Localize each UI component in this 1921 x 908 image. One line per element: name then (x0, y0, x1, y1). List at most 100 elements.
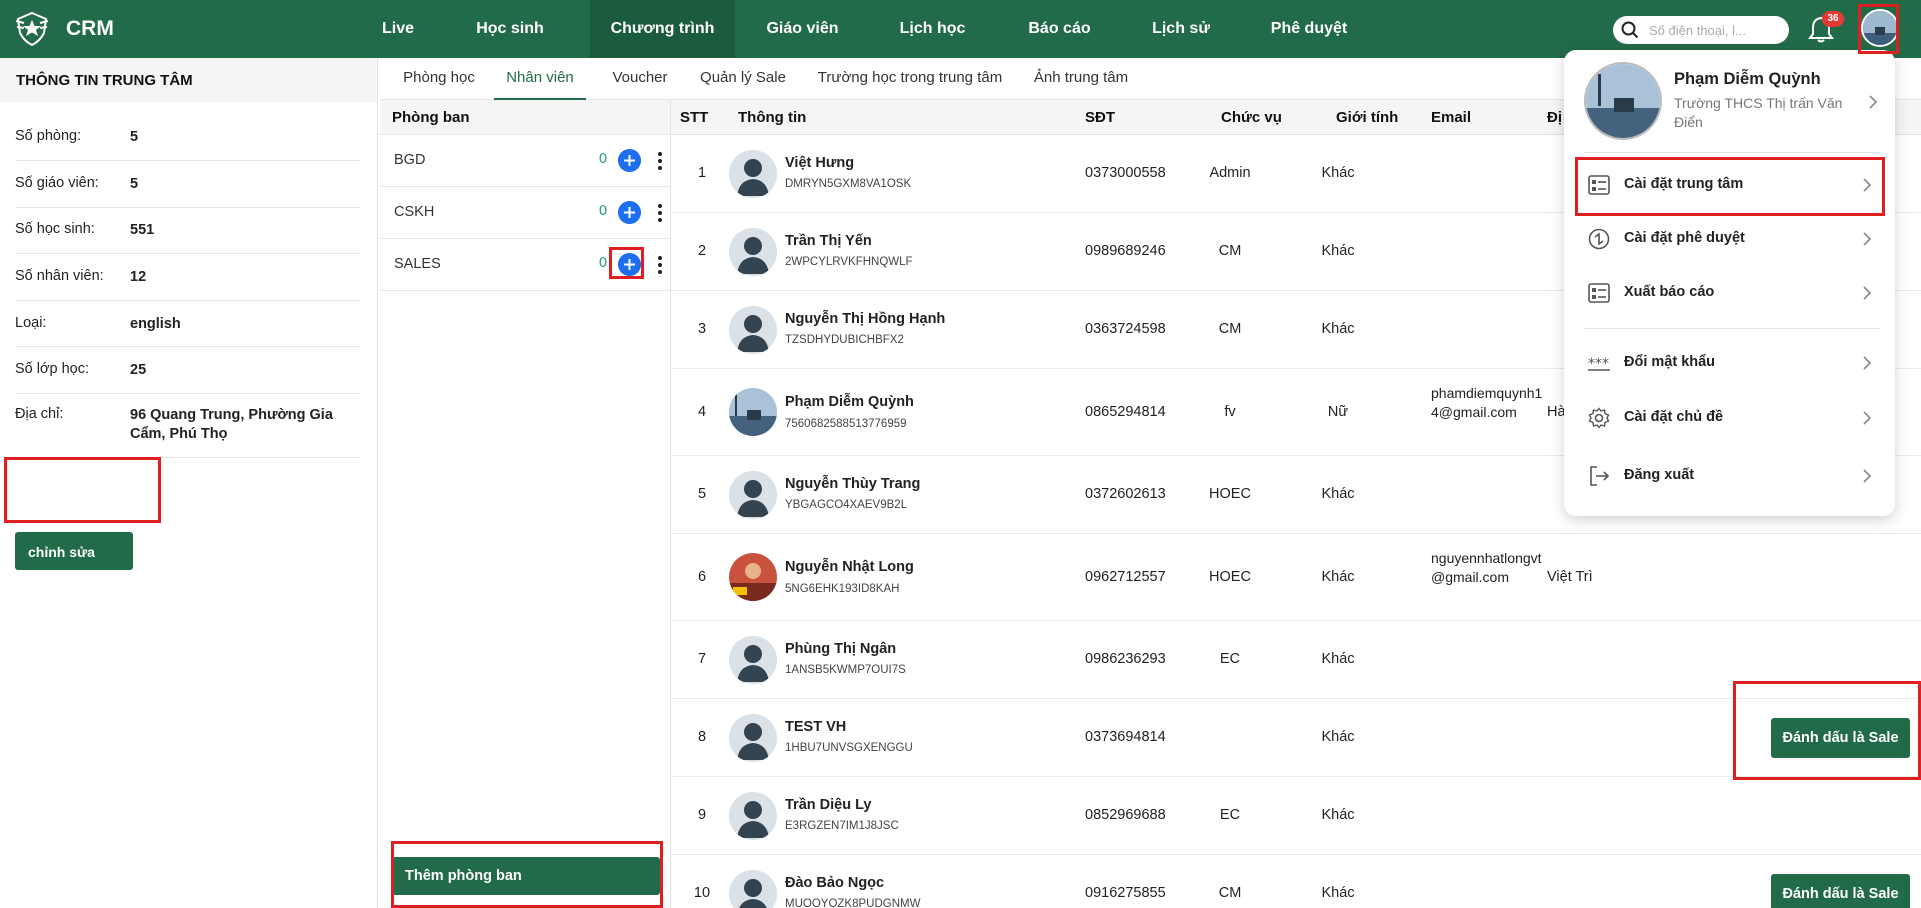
employee-code: 2WPCYLRVKFHNQWLF (785, 256, 913, 268)
employee-name[interactable]: Phạm Diễm Quỳnh (785, 394, 914, 410)
add-member-icon[interactable] (618, 253, 641, 276)
row-index: 4 (697, 404, 707, 420)
photo-avatar (729, 553, 777, 601)
employee-name[interactable]: Phùng Thị Ngân (785, 641, 896, 657)
divider (1584, 328, 1880, 329)
search-input[interactable] (1649, 21, 1783, 39)
info-label: Địa chỉ: (15, 406, 64, 422)
nav-schedule[interactable]: Lịch học (895, 0, 970, 58)
table-row[interactable]: 6 Nguyễn Nhật Long 5NG6EHK193ID8KAH 0962… (671, 534, 1921, 621)
employee-name[interactable]: Trần Thị Yến (785, 233, 872, 249)
add-member-icon[interactable] (618, 201, 641, 224)
tab-sale-management[interactable]: Quản lý Sale (696, 58, 790, 100)
nav-students[interactable]: Học sinh (470, 0, 550, 58)
search-icon (1621, 21, 1639, 39)
employee-gender: Nữ (1327, 404, 1349, 420)
info-label: Số học sinh: (15, 221, 95, 237)
menu-theme-settings[interactable]: Cài đặt chủ đề (1584, 395, 1880, 441)
employee-name[interactable]: Việt Hưng (785, 155, 854, 171)
more-options-icon[interactable] (656, 201, 664, 225)
tab-rooms[interactable]: Phòng học (398, 58, 480, 100)
tab-voucher[interactable]: Voucher (608, 58, 672, 100)
default-avatar-icon (729, 150, 777, 198)
default-avatar-icon (729, 636, 777, 684)
department-name: SALES (394, 256, 441, 272)
department-row-sales[interactable]: SALES 0 (380, 239, 671, 291)
user-profile-header[interactable]: Phạm Diễm Quỳnh Trường THCS Thị trấn Văn… (1584, 62, 1884, 144)
nav-history[interactable]: Lịch sử (1148, 0, 1214, 58)
info-row-staff: Số nhân viên: 12 (15, 254, 360, 301)
employee-name[interactable]: Nguyễn Thị Hồng Hạnh (785, 311, 945, 327)
more-options-icon[interactable] (656, 253, 664, 277)
nav-live[interactable]: Live (375, 0, 421, 58)
employee-email: nguyennhatlongvt@gmail.com (1431, 550, 1542, 585)
logo-icon[interactable] (14, 11, 50, 47)
menu-approval-settings[interactable]: Cài đặt phê duyệt (1584, 216, 1880, 262)
menu-center-settings[interactable]: Cài đặt trung tâm (1584, 162, 1880, 208)
row-index: 6 (697, 569, 707, 585)
table-row[interactable]: 8 TEST VH 1HBU7UNVSGXENGGU 0373694814 Kh… (671, 699, 1921, 777)
logout-icon (1590, 466, 1610, 486)
employee-gender: Khác (1321, 486, 1355, 502)
employee-code: E3RGZEN7IM1J8JSC (785, 820, 899, 832)
add-department-button[interactable]: Thêm phòng ban (392, 857, 660, 895)
edit-center-button[interactable]: chỉnh sửa (15, 532, 133, 570)
menu-label: Cài đặt chủ đề (1624, 409, 1724, 425)
employee-phone: 0986236293 (1085, 651, 1166, 667)
menu-export-report[interactable]: Xuất báo cáo (1584, 270, 1880, 316)
department-count: 0 (599, 255, 608, 271)
photo-avatar (729, 388, 777, 436)
employee-position: EC (1219, 807, 1241, 823)
mark-as-sale-button[interactable]: Đánh dấu là Sale (1771, 874, 1910, 908)
nav-approvals[interactable]: Phê duyệt (1270, 0, 1348, 58)
employee-name[interactable]: Trần Diệu Ly (785, 797, 871, 813)
column-header: Giới tính (1336, 109, 1399, 126)
user-avatar (1584, 62, 1662, 140)
table-row[interactable]: 10 Đào Bảo Ngọc MUOOYOZK8PUDGNMW 0916275… (671, 855, 1921, 908)
default-avatar-icon (729, 228, 777, 276)
employee-position: HOEC (1209, 569, 1251, 585)
menu-logout[interactable]: Đăng xuất (1584, 453, 1880, 499)
row-index: 3 (697, 321, 707, 337)
user-avatar-button[interactable] (1861, 9, 1899, 47)
chevron-right-icon (1869, 95, 1878, 109)
table-row[interactable]: 9 Trần Diệu Ly E3RGZEN7IM1J8JSC 08529696… (671, 777, 1921, 855)
search-box[interactable] (1613, 16, 1789, 44)
notification-badge: 36 (1822, 11, 1844, 27)
center-info-title: THÔNG TIN TRUNG TÂM (0, 58, 377, 102)
row-index: 9 (697, 807, 707, 823)
info-row-students: Số học sinh: 551 (15, 208, 360, 254)
info-value: english (130, 316, 181, 332)
info-label: Số giáo viên: (15, 175, 99, 191)
employee-phone: 0373694814 (1085, 729, 1166, 745)
report-icon (1588, 283, 1610, 303)
employee-address: Hà (1547, 404, 1566, 420)
table-row[interactable]: 7 Phùng Thị Ngân 1ANSB5KWMP7OUI7S 098623… (671, 621, 1921, 699)
info-value: 551 (130, 222, 155, 238)
employee-code: 7560682588513776959 (785, 418, 907, 430)
row-index: 1 (697, 165, 707, 181)
brand-name[interactable]: CRM (66, 17, 114, 41)
employee-name[interactable]: Nguyễn Nhật Long (785, 559, 914, 575)
nav-reports[interactable]: Báo cáo (1022, 0, 1097, 58)
add-member-icon[interactable] (618, 149, 641, 172)
more-options-icon[interactable] (656, 149, 664, 173)
employee-phone: 0373000558 (1085, 165, 1166, 181)
tab-schools[interactable]: Trường học trong trung tâm (814, 58, 1006, 100)
default-avatar-icon (729, 471, 777, 519)
tab-staff[interactable]: Nhân viên (494, 58, 586, 100)
mark-as-sale-button[interactable]: Đánh dấu là Sale (1771, 718, 1910, 758)
nav-programs[interactable]: Chương trình (590, 0, 735, 58)
chevron-right-icon (1863, 232, 1872, 246)
employee-gender: Khác (1321, 569, 1355, 585)
employee-name[interactable]: TEST VH (785, 719, 846, 735)
tab-center-photos[interactable]: Ảnh trung tâm (1030, 58, 1132, 100)
employee-name[interactable]: Đào Bảo Ngọc (785, 875, 884, 891)
employee-name[interactable]: Nguyễn Thùy Trang (785, 476, 920, 492)
employee-email: phamdiemquynh14@gmail.com (1431, 385, 1543, 420)
department-row-bgd[interactable]: BGD 0 (380, 135, 671, 187)
menu-change-password[interactable]: *** Đổi mật khẩu (1584, 340, 1880, 386)
nav-teachers[interactable]: Giáo viên (765, 0, 840, 58)
department-row-cskh[interactable]: CSKH 0 (380, 187, 671, 239)
department-count: 0 (599, 151, 608, 167)
